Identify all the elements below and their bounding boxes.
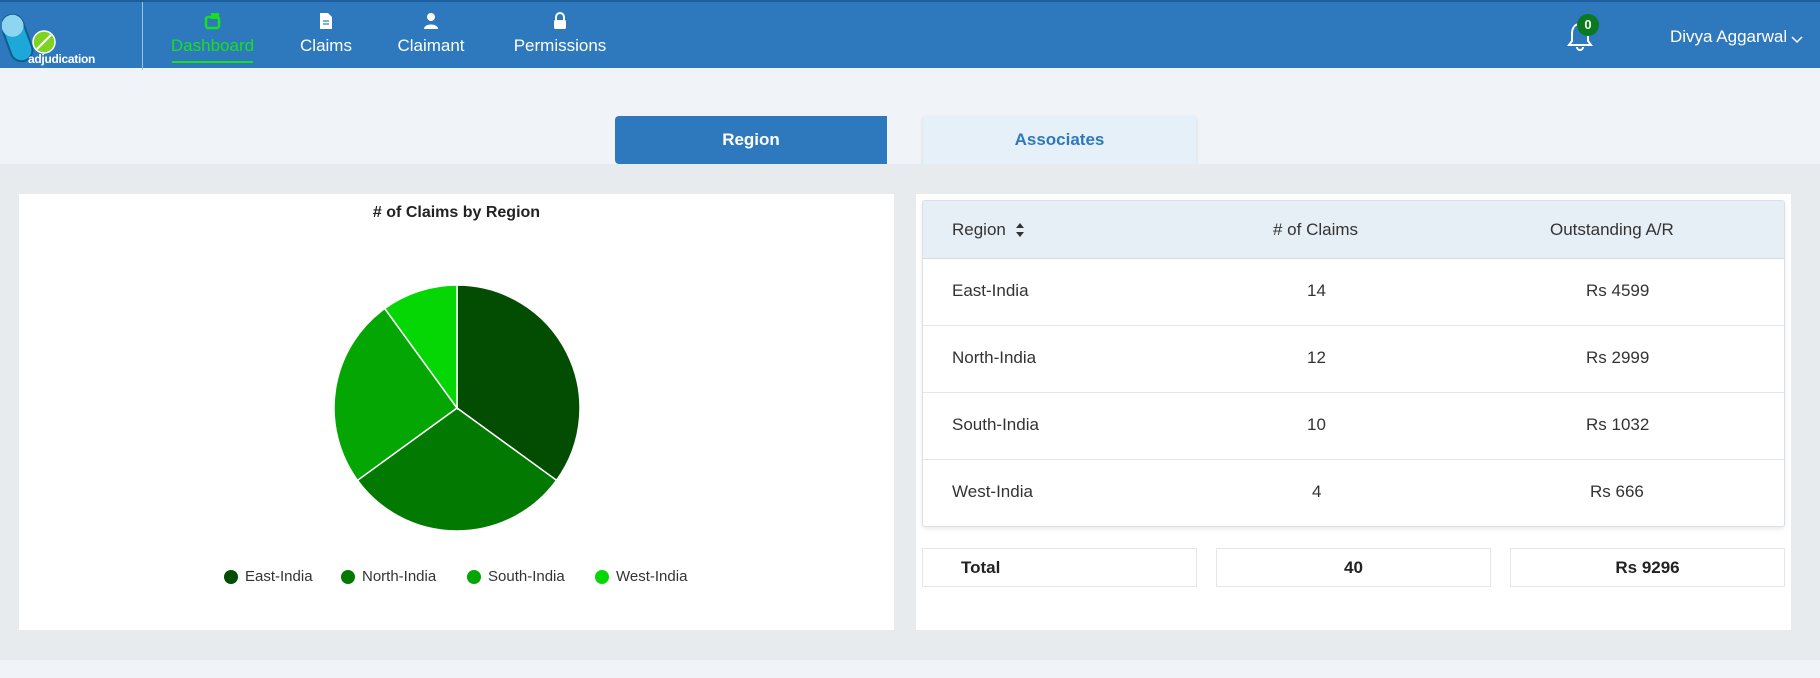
cell-claims: 4 xyxy=(1312,482,1322,501)
total-outstanding: Rs 9296 xyxy=(1510,548,1785,587)
table-header: Region # of Claims Outstanding A/R xyxy=(923,201,1784,259)
cell-claims: 10 xyxy=(1307,415,1326,434)
table-row[interactable]: East-India 14 Rs 4599 xyxy=(923,259,1784,326)
legend-swatch xyxy=(341,570,355,584)
cell-ar: Rs 2999 xyxy=(1586,348,1650,367)
user-menu[interactable]: Divya Aggarwal xyxy=(1670,27,1787,47)
legend-label: West-India xyxy=(616,568,688,585)
tab-region[interactable]: Region xyxy=(615,116,887,164)
nav-claimant-label: Claimant xyxy=(397,36,465,55)
cell-ar: Rs 4599 xyxy=(1586,281,1650,300)
total-label: Total xyxy=(922,548,1197,587)
cell-region: South-India xyxy=(952,415,1039,434)
cell-region: East-India xyxy=(952,281,1029,300)
chart-panel: # of Claims by Region East-India North-I… xyxy=(19,194,894,630)
nav-dashboard-label: Dashboard xyxy=(170,36,255,55)
sort-icon[interactable] xyxy=(1015,222,1025,238)
cell-claims: 14 xyxy=(1307,281,1326,300)
table-row[interactable]: West-India 4 Rs 666 xyxy=(923,460,1784,526)
table-row[interactable]: South-India 10 Rs 1032 xyxy=(923,393,1784,460)
legend-swatch xyxy=(467,570,481,584)
column-header-region[interactable]: Region xyxy=(952,220,1006,240)
legend-label: East-India xyxy=(245,568,313,585)
nav-permissions[interactable]: Permissions xyxy=(510,12,610,66)
column-header-outstanding[interactable]: Outstanding A/R xyxy=(1550,220,1674,240)
nav-claims-label: Claims xyxy=(300,36,352,55)
cell-ar: Rs 666 xyxy=(1590,482,1644,501)
cell-claims: 12 xyxy=(1307,348,1326,367)
chart-title: # of Claims by Region xyxy=(372,204,541,221)
nav-dashboard[interactable]: Dashboard xyxy=(170,12,255,66)
lock-icon xyxy=(510,12,610,34)
document-icon xyxy=(297,12,355,34)
nav-active-underline xyxy=(172,61,253,63)
cell-region: North-India xyxy=(952,348,1037,367)
total-claims: 40 xyxy=(1216,548,1491,587)
logo-divider xyxy=(142,2,143,70)
cell-ar: Rs 1032 xyxy=(1586,415,1650,434)
dashboard-icon xyxy=(170,12,255,34)
legend-label: North-India xyxy=(362,568,437,585)
tab-associates[interactable]: Associates xyxy=(923,116,1196,164)
column-header-claims[interactable]: # of Claims xyxy=(1273,220,1358,240)
logo-text: adjudication xyxy=(28,52,96,66)
nav-claimant[interactable]: Claimant xyxy=(393,12,469,66)
notification-count-badge: 0 xyxy=(1577,14,1599,36)
nav-claims[interactable]: Claims xyxy=(297,12,355,66)
legend-swatch xyxy=(224,570,238,584)
legend-swatch xyxy=(595,570,609,584)
table-row[interactable]: North-India 12 Rs 2999 xyxy=(923,326,1784,393)
app-logo[interactable]: adjudication xyxy=(0,6,142,66)
pie-chart xyxy=(333,284,581,532)
legend-label: South-India xyxy=(488,568,565,585)
claims-table: Region # of Claims Outstanding A/R East-… xyxy=(922,200,1785,527)
top-navbar: adjudication Dashboard Claims Claimant P… xyxy=(0,0,1820,70)
chevron-down-icon[interactable] xyxy=(1791,31,1803,44)
cell-region: West-India xyxy=(952,482,1033,501)
user-icon xyxy=(393,12,469,34)
nav-permissions-label: Permissions xyxy=(513,36,607,55)
